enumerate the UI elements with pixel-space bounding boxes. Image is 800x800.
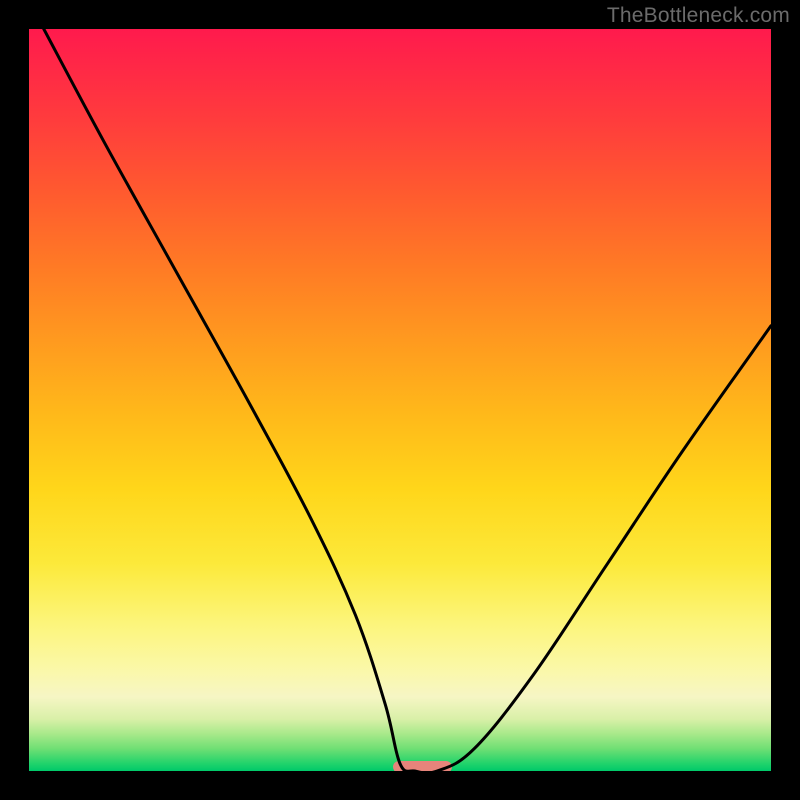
curve-svg (29, 29, 771, 771)
chart-frame: TheBottleneck.com (0, 0, 800, 800)
watermark-text: TheBottleneck.com (607, 4, 790, 28)
plot-area (29, 29, 771, 771)
bottleneck-curve (44, 29, 771, 771)
